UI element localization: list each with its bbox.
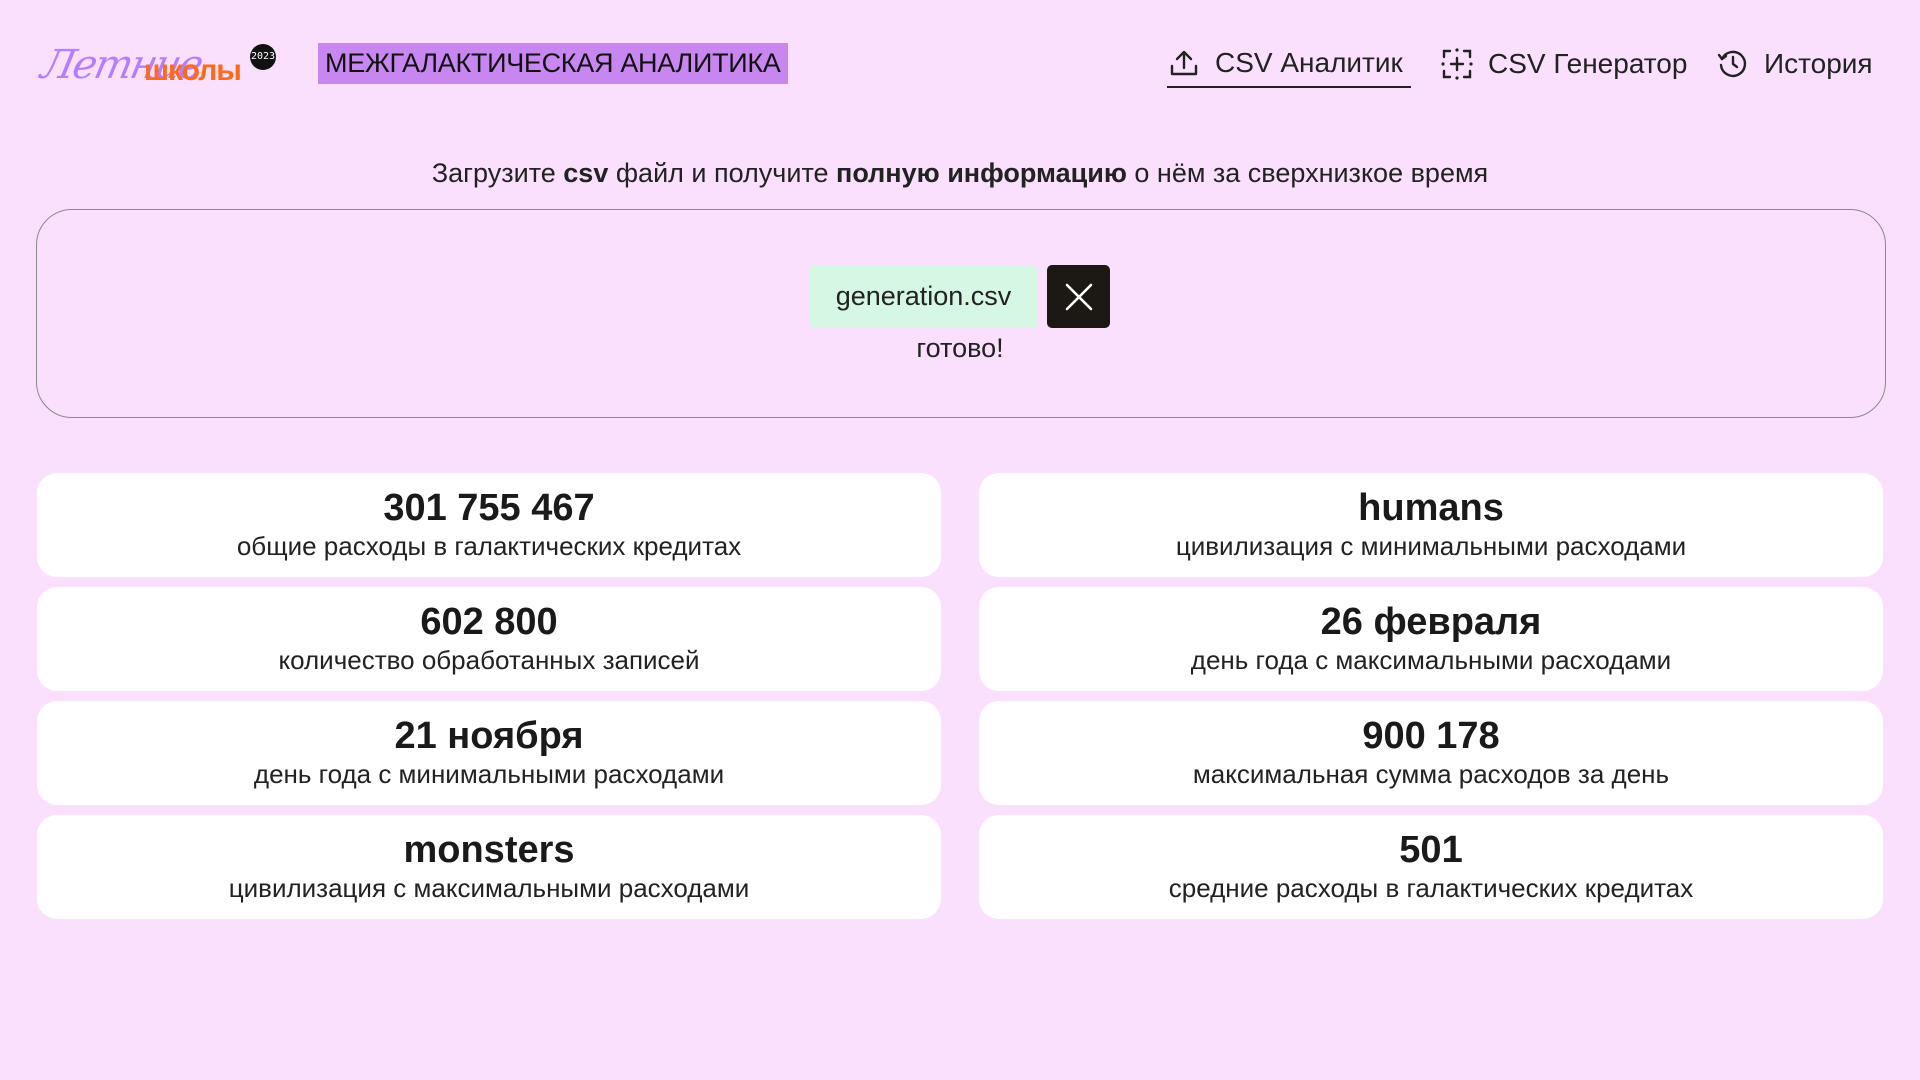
history-clock-icon	[1717, 50, 1747, 78]
stat-label: цивилизация с максимальными расходами	[228, 873, 750, 903]
stat-label: количество обработанных записей	[278, 645, 700, 675]
stat-card: monsters цивилизация с максимальными рас…	[37, 815, 941, 919]
page: Летние школы 2023 МЕЖГАЛАКТИЧЕСКАЯ АНАЛИ…	[0, 0, 1920, 1080]
nav-history[interactable]: История	[1716, 40, 1873, 88]
upload-icon	[1170, 50, 1198, 76]
stat-value: 900 178	[1362, 715, 1500, 757]
subtitle-bold-2: полную информацию	[836, 158, 1127, 188]
upload-subtitle: Загрузите csv файл и получите полную инф…	[0, 158, 1920, 189]
remove-file-button[interactable]	[1047, 265, 1110, 328]
close-icon	[1065, 283, 1092, 310]
logo-bold-text: школы	[144, 54, 242, 87]
stat-card: 501 средние расходы в галактических кред…	[979, 815, 1883, 919]
logo[interactable]: Летние школы 2023	[37, 34, 282, 94]
nav-history-label: История	[1764, 48, 1873, 79]
subtitle-part-3: о нём за сверхнизкое время	[1126, 158, 1489, 188]
stat-label: день года с минимальными расходами	[253, 759, 725, 789]
nav-csv-analyst-label: CSV Аналитик	[1215, 47, 1403, 78]
stat-label: общие расходы в галактических кредитах	[236, 531, 742, 561]
stat-value: 21 ноября	[394, 715, 584, 757]
add-frame-icon	[1441, 48, 1473, 80]
stat-card: 21 ноября день года с минимальными расхо…	[37, 701, 941, 805]
stat-card: 26 февраля день года с максимальными рас…	[979, 587, 1883, 691]
stat-value: humans	[1358, 487, 1504, 529]
stat-label: средние расходы в галактических кредитах	[1168, 873, 1694, 903]
stat-label: день года с максимальными расходами	[1190, 645, 1672, 675]
subtitle-part-2: файл и получите	[608, 158, 837, 188]
stat-card: humans цивилизация с минимальными расход…	[979, 473, 1883, 577]
nav-csv-analyst[interactable]: CSV Аналитик	[1167, 40, 1411, 88]
stat-value: 301 755 467	[383, 487, 595, 529]
stat-card: 301 755 467 общие расходы в галактически…	[37, 473, 941, 577]
stat-label: цивилизация с минимальными расходами	[1175, 531, 1687, 561]
brand-title: МЕЖГАЛАКТИЧЕСКАЯ АНАЛИТИКА	[318, 43, 788, 84]
subtitle-bold-1: csv	[563, 158, 609, 188]
subtitle-part-1: Загрузите	[431, 158, 564, 188]
stat-value: 602 800	[420, 601, 558, 643]
nav-csv-generator[interactable]: CSV Генератор	[1440, 40, 1687, 88]
stat-label: максимальная сумма расходов за день	[1192, 759, 1670, 789]
nav-csv-generator-label: CSV Генератор	[1488, 48, 1688, 79]
file-name-chip: generation.csv	[810, 265, 1037, 328]
stat-value: 501	[1399, 829, 1463, 871]
stat-card: 602 800 количество обработанных записей	[37, 587, 941, 691]
logo-badge: 2023	[250, 44, 276, 70]
stat-value: 26 февраля	[1320, 601, 1542, 643]
header: Летние школы 2023 МЕЖГАЛАКТИЧЕСКАЯ АНАЛИ…	[0, 0, 1920, 130]
stat-card: 900 178 максимальная сумма расходов за д…	[979, 701, 1883, 805]
upload-status: готово!	[916, 333, 1004, 363]
stat-value: monsters	[403, 829, 575, 871]
